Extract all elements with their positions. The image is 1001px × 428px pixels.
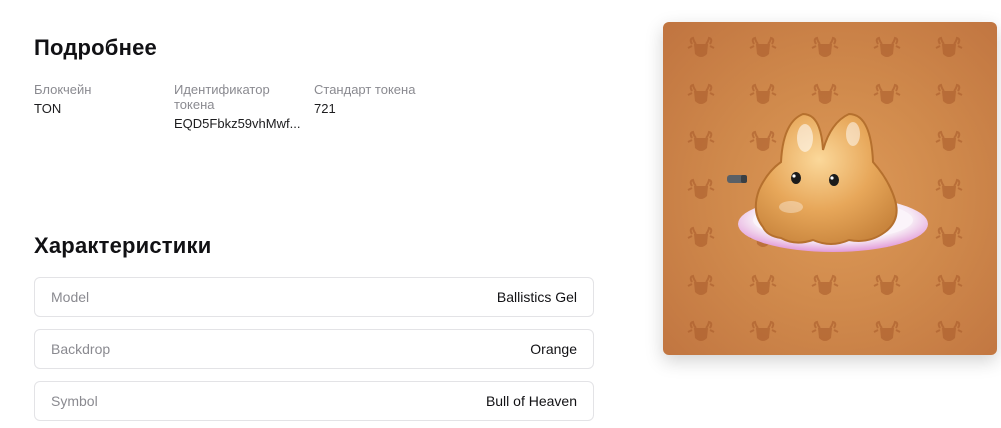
trait-row-symbol[interactable]: Symbol Bull of Heaven <box>34 381 594 421</box>
nft-image[interactable] <box>663 22 997 355</box>
nft-details-page: Подробнее Блокчейн TON Идентификатор ток… <box>0 0 1001 428</box>
trait-row-model[interactable]: Model Ballistics Gel <box>34 277 594 317</box>
detail-value: TON <box>34 101 62 116</box>
details-fields: Блокчейн TON Идентификатор токена EQD5Fb… <box>34 82 454 132</box>
detail-token-standard: Стандарт токена 721 <box>314 82 454 132</box>
trait-name: Model <box>51 289 90 305</box>
characteristics-heading: Характеристики <box>34 233 212 258</box>
trait-name: Symbol <box>51 393 98 409</box>
trait-name: Backdrop <box>51 341 111 357</box>
trait-row-backdrop[interactable]: Backdrop Orange <box>34 329 594 369</box>
nft-artwork <box>687 37 963 342</box>
detail-label: Идентификатор токена <box>174 82 270 112</box>
traits-list: Model Ballistics Gel Backdrop Orange Sym… <box>34 277 594 428</box>
detail-label: Блокчейн <box>34 82 92 97</box>
detail-value: 721 <box>314 101 336 116</box>
trait-value: Bull of Heaven <box>485 393 577 409</box>
detail-token-id: Идентификатор токена EQD5Fbkz59vhMwf... <box>174 82 314 132</box>
detail-blockchain: Блокчейн TON <box>34 82 174 132</box>
details-heading: Подробнее <box>34 35 157 60</box>
trait-value: Ballistics Gel <box>496 289 577 305</box>
trait-value: Orange <box>530 341 577 357</box>
detail-label: Стандарт токена <box>314 82 416 97</box>
detail-value[interactable]: EQD5Fbkz59vhMwf... <box>174 115 310 132</box>
